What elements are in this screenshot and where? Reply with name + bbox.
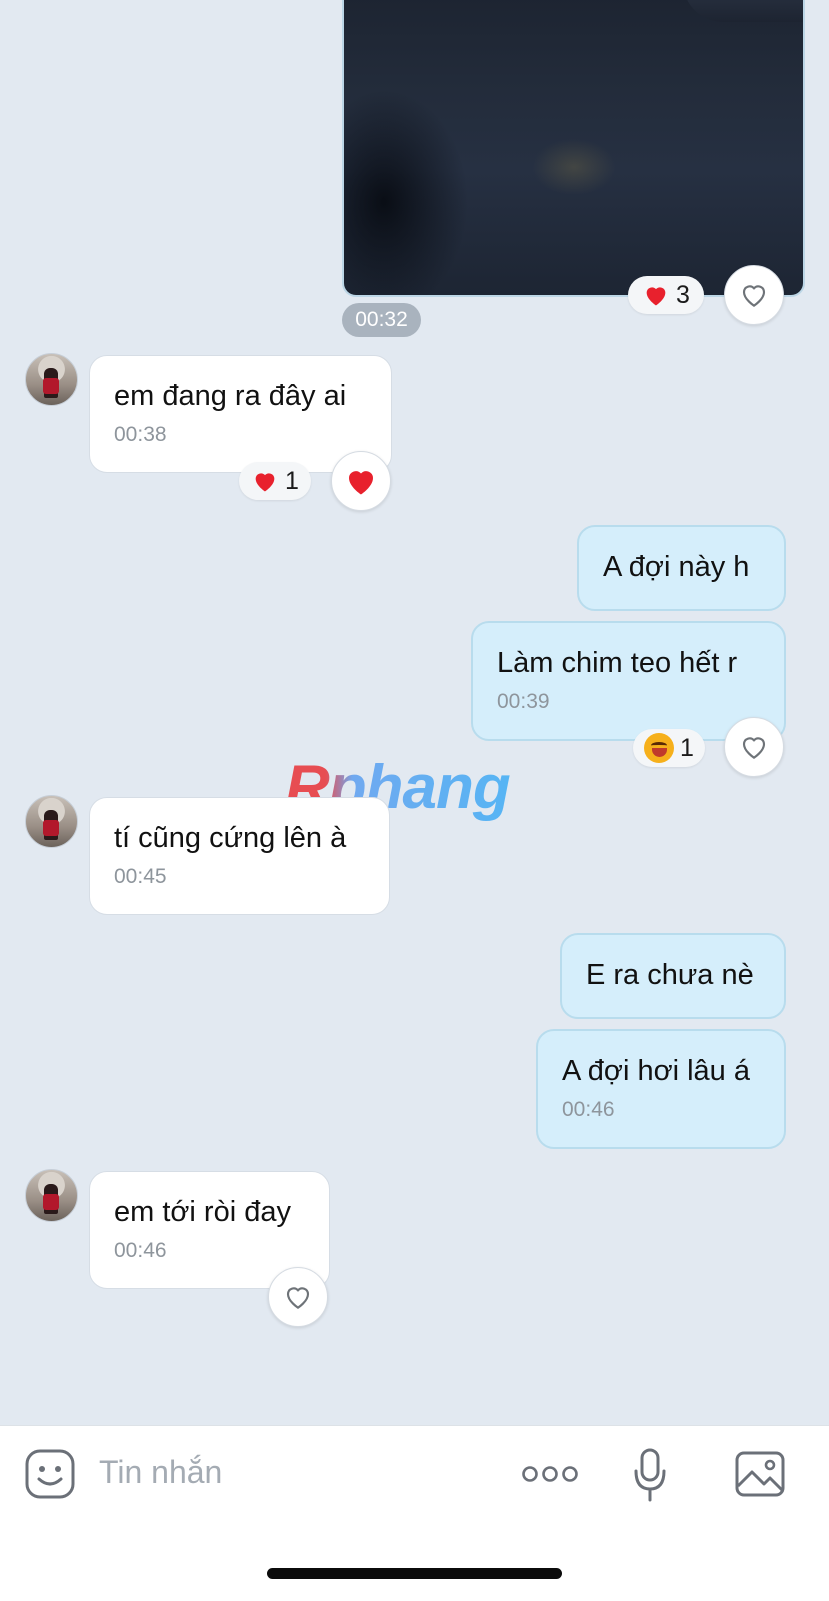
avatar-figure [43,820,59,836]
message-text: tí cũng cứng lên à [114,822,347,854]
message-text: A đợi hơi lâu á [562,1055,750,1087]
home-indicator[interactable] [267,1568,562,1579]
message-bubble[interactable]: E ra chưa nè [560,933,786,1019]
message-text: em đang ra đây ai [114,380,347,412]
reaction-summary[interactable]: 3 [628,276,704,314]
heart-icon [646,287,666,306]
heart-filled-icon [349,471,373,495]
heart-outline-icon [742,737,766,759]
photo-content [683,0,803,22]
avatar[interactable] [25,1169,78,1222]
heart-icon [255,473,275,492]
reaction-count: 3 [676,280,690,309]
reaction-summary[interactable]: 1 [633,729,705,767]
message-bubble[interactable]: A đợi hơi lâu á 00:46 [536,1029,786,1149]
sticker-icon [25,1449,75,1499]
message-bubble[interactable]: tí cũng cứng lên à 00:45 [89,797,390,915]
photo-time: 00:32 [342,303,421,337]
chat-area[interactable]: 3 00:32 em đang ra đây ai 00:38 1 A đợi … [0,0,829,1425]
like-button[interactable] [331,451,391,511]
reaction-count: 1 [680,733,694,762]
heart-outline-icon [742,285,766,307]
like-button[interactable] [724,265,784,325]
avatar-figure [43,1194,59,1210]
message-time: 00:46 [114,1239,167,1262]
laughing-face-icon [644,733,675,763]
gallery-icon[interactable] [734,1448,786,1500]
message-time: 00:38 [114,423,167,446]
heart-outline-icon [286,1287,310,1309]
like-button[interactable] [724,717,784,777]
more-icon[interactable] [520,1456,580,1492]
avatar[interactable] [25,353,78,406]
message-text: em tới ròi đay [114,1196,291,1228]
more-icon [522,1466,578,1482]
reaction-count: 1 [285,466,299,495]
gallery-icon [735,1451,785,1497]
avatar[interactable] [25,795,78,848]
reaction-summary[interactable]: 1 [239,462,311,500]
avatar-figure [43,378,59,394]
sticker-icon[interactable] [24,1448,76,1500]
microphone-icon[interactable] [630,1446,670,1504]
message-text: Làm chim teo hết r [497,647,738,679]
message-time: 00:39 [497,690,550,713]
message-time: 00:46 [562,1098,615,1121]
microphone-icon [634,1448,666,1502]
message-text: A đợi này h [603,551,750,583]
message-input[interactable]: Tin nhắn [99,1451,222,1493]
like-button[interactable] [268,1267,328,1327]
message-bubble[interactable]: A đợi này h [577,525,786,611]
message-time: 00:45 [114,865,167,888]
photo-message[interactable] [342,0,805,297]
message-text: E ra chưa nè [586,959,754,991]
